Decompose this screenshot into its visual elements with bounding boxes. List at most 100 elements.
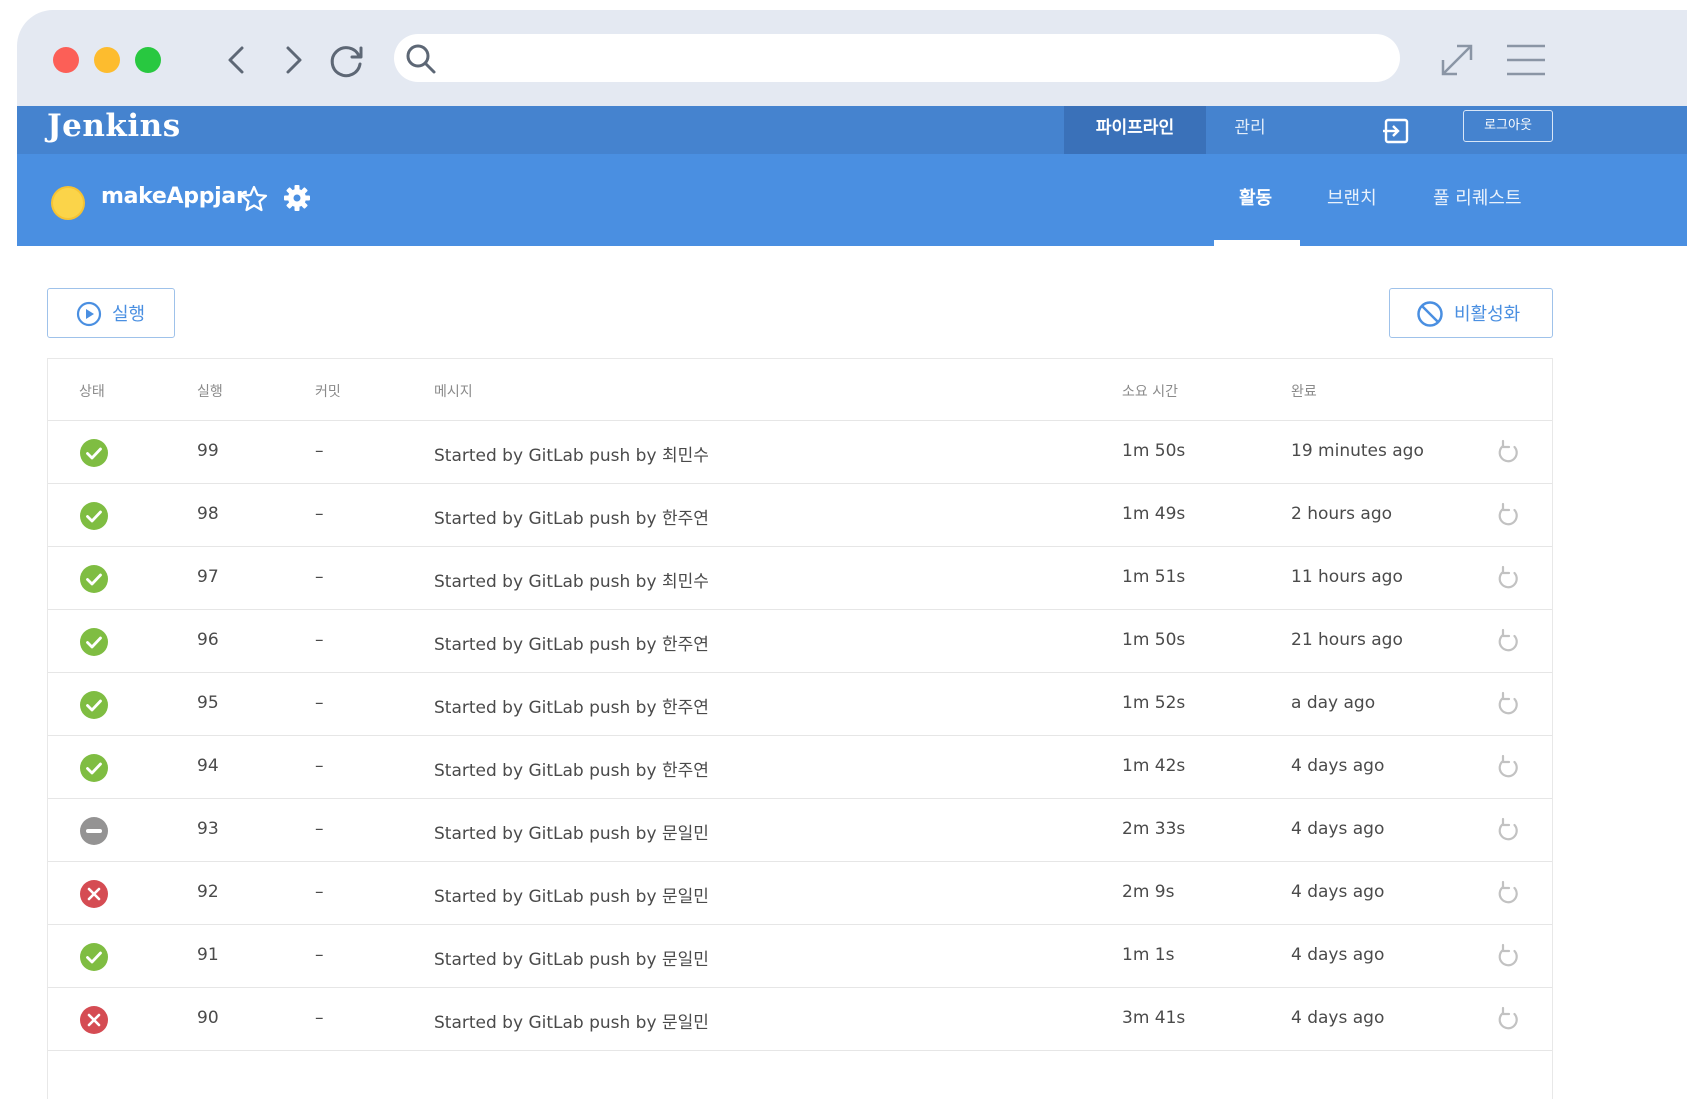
replay-icon[interactable] [1495,691,1521,717]
run-message[interactable]: Started by GitLab push by 한주연 [434,630,709,655]
commit-id: – [315,504,324,524]
status-success-icon [80,691,108,719]
commit-id: – [315,441,324,461]
table-row[interactable]: 97 – Started by GitLab push by 최민수 1m 51s 11… [48,547,1552,610]
jenkins-logo[interactable]: Jenkins [47,108,181,144]
header-status: 상태 [79,384,105,400]
run-message[interactable]: Started by GitLab push by 문일민 [434,882,709,907]
table-row[interactable]: 93 – Started by GitLab push by 문일민 2m 33s 4 … [48,799,1552,862]
run-number[interactable]: 99 [197,441,219,461]
commit-id: – [315,693,324,713]
project-name: makeAppjar [101,184,247,209]
replay-icon[interactable] [1495,502,1521,528]
commit-id: – [315,567,324,587]
status-success-icon [80,754,108,782]
run-number[interactable]: 97 [197,567,219,587]
commit-id: – [315,630,324,650]
run-number[interactable]: 93 [197,819,219,839]
expand-icon[interactable] [1435,38,1479,82]
table-row[interactable]: 92 – Started by GitLab push by 문일민 2m 9s 4 d… [48,862,1552,925]
replay-icon[interactable] [1495,880,1521,906]
tab-pull-requests[interactable]: 풀 리퀘스트 [1433,184,1522,210]
replay-icon[interactable] [1495,1006,1521,1032]
replay-icon[interactable] [1495,628,1521,654]
run-completed: 21 hours ago [1291,630,1403,650]
run-duration: 1m 49s [1122,504,1186,524]
hamburger-menu-icon[interactable] [1503,38,1549,82]
table-row[interactable]: 90 – Started by GitLab push by 문일민 3m 41s 4 … [48,988,1552,1051]
run-completed: a day ago [1291,693,1376,713]
settings-gear-icon[interactable] [282,183,312,213]
run-message[interactable]: Started by GitLab push by 문일민 [434,819,709,844]
status-success-icon [80,943,108,971]
run-number[interactable]: 92 [197,882,219,902]
run-number[interactable]: 95 [197,693,219,713]
header-run: 실행 [197,384,223,400]
status-failed-icon [80,1006,108,1034]
table-row[interactable]: 96 – Started by GitLab push by 한주연 1m 50s 21… [48,610,1552,673]
tab-activity[interactable]: 활동 [1239,184,1272,210]
close-window-button[interactable] [53,47,79,73]
status-success-icon [80,565,108,593]
replay-icon[interactable] [1495,943,1521,969]
run-message[interactable]: Started by GitLab push by 최민수 [434,441,709,466]
address-bar[interactable] [394,34,1400,82]
run-message[interactable]: Started by GitLab push by 문일민 [434,945,709,970]
disable-button[interactable]: 비활성화 [1389,288,1553,338]
weather-sunny-icon [51,186,85,220]
status-success-icon [80,628,108,656]
run-duration: 1m 50s [1122,630,1186,650]
minimize-window-button[interactable] [94,47,120,73]
forward-arrow-icon[interactable] [271,38,315,82]
reload-icon[interactable] [325,38,369,82]
header-message: 메시지 [434,384,473,400]
table-row[interactable]: 94 – Started by GitLab push by 한주연 1m 42s 4 … [48,736,1552,799]
sign-in-icon[interactable] [1381,116,1411,146]
run-duration: 2m 9s [1122,882,1175,902]
table-header: 상태 실행 커밋 메시지 소요 시간 완료 [48,359,1552,421]
table-row[interactable]: 98 – Started by GitLab push by 한주연 1m 49s 2 … [48,484,1552,547]
commit-id: – [315,756,324,776]
table-row[interactable]: 91 – Started by GitLab push by 문일민 1m 1s 4 d… [48,925,1552,988]
table-row[interactable]: 99 – Started by GitLab push by 최민수 1m 50s 19… [48,421,1552,484]
run-completed: 19 minutes ago [1291,441,1424,461]
replay-icon[interactable] [1495,565,1521,591]
replay-icon[interactable] [1495,817,1521,843]
status-aborted-icon [80,817,108,845]
run-number[interactable]: 98 [197,504,219,524]
disable-circle-icon [1417,301,1443,327]
run-completed: 11 hours ago [1291,567,1403,587]
run-message[interactable]: Started by GitLab push by 한주연 [434,504,709,529]
favorite-star-icon[interactable] [239,184,269,214]
run-message[interactable]: Started by GitLab push by 최민수 [434,567,709,592]
run-number[interactable]: 90 [197,1008,219,1028]
run-duration: 1m 52s [1122,693,1186,713]
run-duration: 2m 33s [1122,819,1186,839]
nav-pipeline[interactable]: 파이프라인 [1064,106,1206,154]
logout-button[interactable]: 로그아웃 [1463,110,1553,142]
run-completed: 2 hours ago [1291,504,1393,524]
run-message[interactable]: Started by GitLab push by 한주연 [434,756,709,781]
run-message[interactable]: Started by GitLab push by 한주연 [434,693,709,718]
run-message[interactable]: Started by GitLab push by 문일민 [434,1008,709,1033]
run-button-label: 실행 [112,304,146,325]
commit-id: – [315,1008,324,1028]
replay-icon[interactable] [1495,754,1521,780]
run-duration: 1m 1s [1122,945,1175,965]
commit-id: – [315,819,324,839]
nav-manage[interactable]: 관리 [1215,106,1285,154]
tab-branches[interactable]: 브랜치 [1327,184,1377,210]
run-completed: 4 days ago [1291,756,1385,776]
run-number[interactable]: 96 [197,630,219,650]
run-number[interactable]: 94 [197,756,219,776]
run-button[interactable]: 실행 [47,288,175,338]
table-row[interactable]: 95 – Started by GitLab push by 한주연 1m 52s a … [48,673,1552,736]
play-circle-icon [76,301,102,327]
project-header: makeAppjar 활동 브랜치 풀 리퀘스트 [17,154,1687,246]
maximize-window-button[interactable] [135,47,161,73]
run-completed: 4 days ago [1291,882,1385,902]
replay-icon[interactable] [1495,439,1521,465]
back-arrow-icon[interactable] [215,38,259,82]
disable-button-label: 비활성화 [1454,304,1521,325]
run-number[interactable]: 91 [197,945,219,965]
